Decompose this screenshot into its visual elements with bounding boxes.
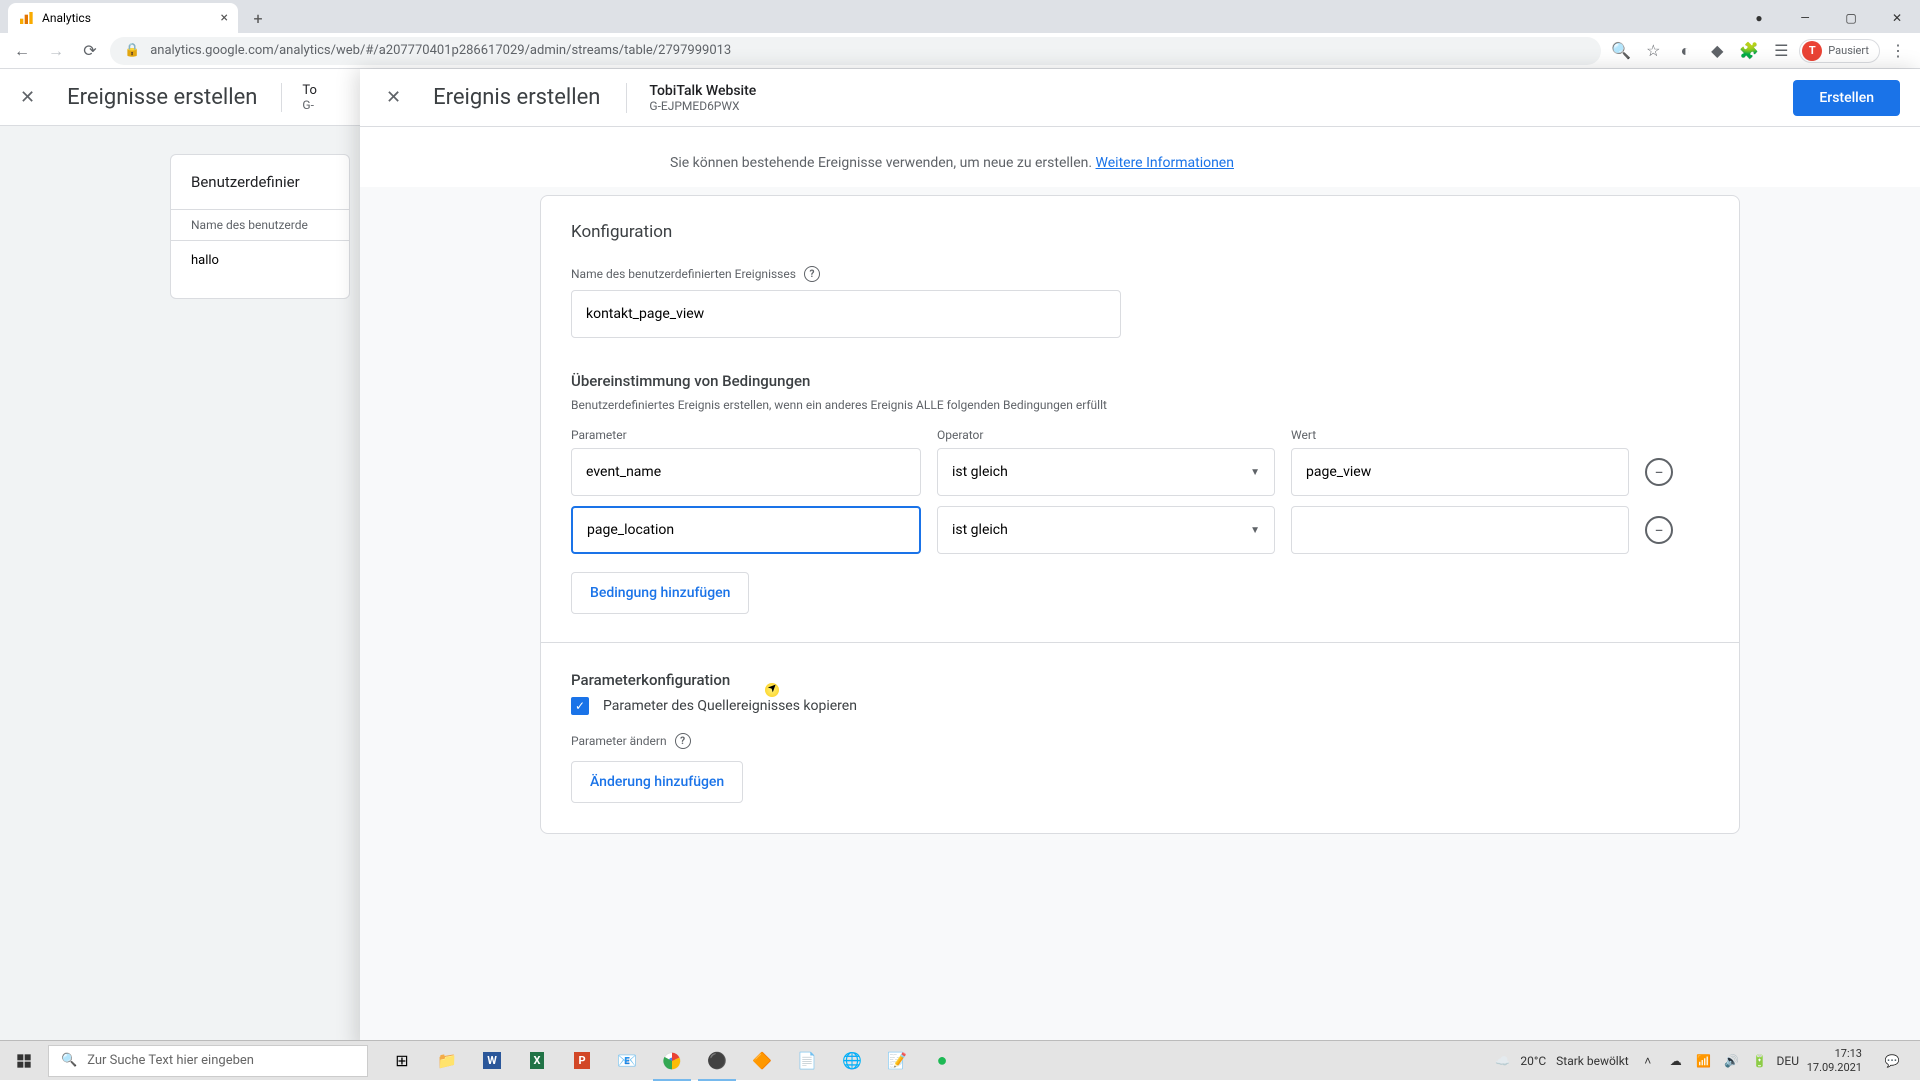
create-event-modal: ✕ Ereignis erstellen TobiTalk Website G-…: [360, 69, 1920, 1050]
mail-icon[interactable]: 📧: [605, 1041, 649, 1081]
battery-icon[interactable]: 🔋: [1751, 1052, 1769, 1070]
add-change-button[interactable]: Änderung hinzufügen: [571, 761, 743, 803]
bg-card-row[interactable]: hallo: [171, 240, 349, 280]
modal-close-button[interactable]: ✕: [380, 81, 407, 114]
bg-card-title: Benutzerdefinier: [171, 173, 349, 209]
wifi-icon[interactable]: 📶: [1695, 1052, 1713, 1070]
analytics-favicon-icon: [18, 10, 34, 26]
browser-tab[interactable]: Analytics ×: [8, 3, 238, 33]
param-config-heading: Parameterkonfiguration: [571, 671, 1709, 689]
modal-stream-info: TobiTalk Website G-EJPMED6PWX: [626, 83, 756, 113]
language-icon[interactable]: DEU: [1779, 1052, 1797, 1070]
ext1-icon[interactable]: ◐: [1671, 37, 1699, 65]
excel-icon[interactable]: X: [515, 1041, 559, 1081]
nav-forward-button[interactable]: →: [42, 37, 70, 65]
operator-select[interactable]: ist gleich ▼: [937, 448, 1275, 496]
window-close-button[interactable]: ✕: [1874, 3, 1920, 33]
conditions-desc: Benutzerdefiniertes Ereignis erstellen, …: [571, 398, 1709, 412]
chevron-down-icon: ▼: [1250, 467, 1260, 478]
ext2-icon[interactable]: ◆: [1703, 37, 1731, 65]
app2-icon[interactable]: 📄: [785, 1041, 829, 1081]
app-icon[interactable]: 🔶: [740, 1041, 784, 1081]
chrome-icon[interactable]: [650, 1041, 694, 1081]
config-card: Konfiguration Name des benutzerdefiniert…: [540, 195, 1740, 834]
nav-back-button[interactable]: ←: [8, 37, 36, 65]
bg-card-subhead: Name des benutzerde: [171, 209, 349, 240]
obs-icon[interactable]: ⚫: [695, 1041, 739, 1081]
value-input[interactable]: [1291, 506, 1629, 554]
weather-icon[interactable]: ☁️: [1495, 1054, 1510, 1068]
weather-temp: 20°C: [1520, 1054, 1546, 1068]
info-text: Sie können bestehende Ereignisse verwend…: [540, 155, 1740, 171]
bg-events-card: Benutzerdefinier Name des benutzerde hal…: [170, 154, 350, 299]
edge-icon[interactable]: 🌐: [830, 1041, 874, 1081]
chrome-menu-icon[interactable]: ⋮: [1884, 37, 1912, 65]
event-name-input[interactable]: [571, 290, 1121, 338]
onedrive-icon[interactable]: ☁: [1667, 1052, 1685, 1070]
remove-condition-button[interactable]: −: [1645, 516, 1673, 544]
condition-row: ist gleich ▼ −: [571, 506, 1709, 554]
config-heading: Konfiguration: [571, 222, 1709, 242]
event-name-label: Name des benutzerdefinierten Ereignisses…: [571, 266, 1709, 282]
reading-list-icon[interactable]: ☰: [1767, 37, 1795, 65]
word-icon[interactable]: W: [470, 1041, 514, 1081]
window-maximize-button[interactable]: ▢: [1828, 3, 1874, 33]
powerpoint-icon[interactable]: P: [560, 1041, 604, 1081]
lock-icon: 🔒: [124, 43, 140, 58]
nav-reload-button[interactable]: ⟳: [76, 37, 104, 65]
tab-title: Analytics: [42, 11, 91, 25]
bg-title: Ereignisse erstellen: [67, 85, 257, 110]
search-icon: 🔍: [61, 1053, 77, 1068]
col-value: Wert: [1291, 428, 1629, 442]
param-input[interactable]: [571, 506, 921, 554]
copy-params-checkbox[interactable]: ✓: [571, 697, 589, 715]
col-parameter: Parameter: [571, 428, 921, 442]
profile-badge[interactable]: T Pausiert: [1799, 39, 1880, 63]
tray-chevron-icon[interactable]: ˄: [1639, 1052, 1657, 1070]
search-placeholder: Zur Suche Text hier eingeben: [87, 1053, 254, 1068]
explorer-icon[interactable]: 📁: [425, 1041, 469, 1081]
profile-status: Pausiert: [1828, 44, 1869, 57]
col-operator: Operator: [937, 428, 1275, 442]
help-icon[interactable]: ?: [804, 266, 820, 282]
extensions-icon[interactable]: 🧩: [1735, 37, 1763, 65]
operator-select[interactable]: ist gleich ▼: [937, 506, 1275, 554]
more-info-link[interactable]: Weitere Informationen: [1096, 155, 1234, 171]
taskbar-search[interactable]: 🔍 Zur Suche Text hier eingeben: [48, 1045, 368, 1077]
url-text: analytics.google.com/analytics/web/#/a20…: [150, 43, 731, 58]
windows-taskbar: 🔍 Zur Suche Text hier eingeben ⊞ 📁 W X P…: [0, 1040, 1920, 1080]
window-minimize-button[interactable]: —: [1782, 3, 1828, 33]
weather-desc: Stark bewölkt: [1556, 1054, 1629, 1068]
bookmark-star-icon[interactable]: ☆: [1639, 37, 1667, 65]
add-condition-button[interactable]: Bedingung hinzufügen: [571, 572, 749, 614]
start-button[interactable]: [0, 1041, 48, 1081]
task-view-icon[interactable]: ⊞: [380, 1041, 424, 1081]
search-addr-icon[interactable]: 🔍: [1607, 37, 1635, 65]
chevron-down-icon: ▼: [1250, 525, 1260, 536]
modal-title: Ereignis erstellen: [433, 85, 600, 110]
chrome-account-icon[interactable]: ●: [1736, 3, 1782, 33]
value-input[interactable]: [1291, 448, 1629, 496]
conditions-heading: Übereinstimmung von Bedingungen: [571, 372, 1709, 390]
create-button[interactable]: Erstellen: [1793, 80, 1900, 116]
remove-condition-button[interactable]: −: [1645, 458, 1673, 486]
condition-row: ist gleich ▼ −: [571, 448, 1709, 496]
help-icon[interactable]: ?: [675, 733, 691, 749]
address-bar[interactable]: 🔒 analytics.google.com/analytics/web/#/a…: [110, 37, 1601, 65]
modify-params-label: Parameter ändern ?: [571, 733, 1709, 749]
copy-params-label: Parameter des Quellereignisses kopieren: [603, 698, 857, 714]
spotify-icon[interactable]: ●: [920, 1041, 964, 1081]
bg-close-button[interactable]: ✕: [12, 79, 43, 116]
new-tab-button[interactable]: +: [244, 4, 272, 32]
notification-center-icon[interactable]: 💬: [1872, 1041, 1912, 1081]
tab-close-icon[interactable]: ×: [221, 10, 228, 26]
bg-stream-label: To G-: [281, 83, 317, 112]
notepad-icon[interactable]: 📝: [875, 1041, 919, 1081]
profile-avatar: T: [1802, 41, 1822, 61]
taskbar-clock[interactable]: 17:13 17.09.2021: [1807, 1047, 1862, 1073]
param-input[interactable]: [571, 448, 921, 496]
volume-icon[interactable]: 🔊: [1723, 1052, 1741, 1070]
